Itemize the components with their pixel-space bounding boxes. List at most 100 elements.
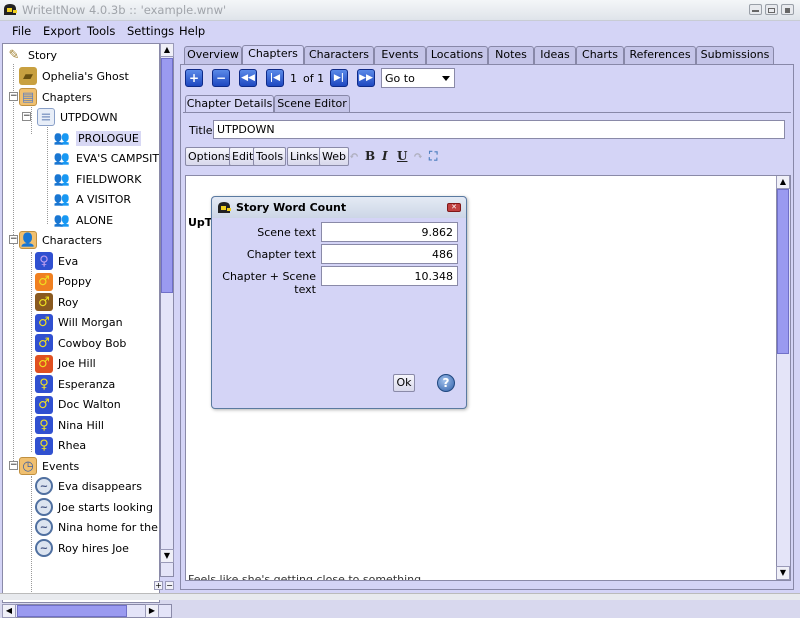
collapse-events-toggle[interactable]: − <box>9 461 18 470</box>
tree-item-scene[interactable]: 👥 FIELDWORK <box>53 169 142 189</box>
scrollbar-thumb[interactable] <box>17 605 127 617</box>
tree-item-characters[interactable]: 👤 Characters <box>19 230 102 250</box>
underline-icon[interactable]: U <box>397 149 407 163</box>
scroll-down-button[interactable]: ▼ <box>776 566 790 580</box>
female-icon: ♀ <box>35 252 53 270</box>
web-button[interactable]: Web <box>319 147 349 166</box>
scroll-right-button[interactable]: ▶ <box>145 604 159 618</box>
scroll-down-button[interactable]: ▼ <box>160 549 174 563</box>
tree-item-character[interactable]: ♀ Esperanza <box>35 374 115 394</box>
scrollbar-thumb[interactable] <box>161 58 173 293</box>
help-icon[interactable]: ? <box>437 374 455 392</box>
undo-icon[interactable]: ↶ <box>349 149 359 163</box>
close-button[interactable] <box>781 4 794 15</box>
tree-item-character[interactable]: ♂ Poppy <box>35 272 91 292</box>
tab-notes[interactable]: Notes <box>488 46 534 64</box>
menu-settings[interactable]: Settings <box>127 24 174 38</box>
tools-button[interactable]: Tools <box>253 147 287 166</box>
redo-icon[interactable]: ↷ <box>413 149 423 163</box>
female-icon: ♀ <box>35 375 53 393</box>
dialog-close-button[interactable]: ✕ <box>447 203 461 212</box>
editor-vertical-scrollbar[interactable]: ▲ ▼ <box>776 176 790 580</box>
scroll-left-button[interactable]: ◀ <box>2 604 16 618</box>
scrollbar-thumb[interactable] <box>777 189 789 354</box>
tree-connector <box>31 476 32 596</box>
tree-item-chapters[interactable]: ▤ Chapters <box>19 87 92 107</box>
links-button[interactable]: Links <box>287 147 322 166</box>
clock-icon: ~ <box>35 518 53 536</box>
tab-events[interactable]: Events <box>374 46 426 64</box>
menu-file[interactable]: File <box>12 24 31 38</box>
tree-item-event[interactable]: ~ Nina home for the weekend <box>35 517 159 537</box>
tree-item-chapter-utpdown[interactable]: ≡ UTPDOWN <box>37 107 118 127</box>
collapse-chapter-toggle[interactable]: − <box>22 112 31 121</box>
word-count-dialog: Story Word Count ✕ Scene text 9.862 Chap… <box>211 196 467 409</box>
tree-item-event[interactable]: ~ Eva disappears <box>35 476 142 496</box>
collapse-all-button[interactable]: − <box>165 581 174 590</box>
tree-item-scene[interactable]: 👥 PROLOGUE <box>53 128 141 148</box>
fullscreen-icon[interactable]: ⛶ <box>429 149 437 164</box>
tree-item-character[interactable]: ♂ Will Morgan <box>35 313 123 333</box>
remove-button[interactable]: − <box>212 69 230 87</box>
tree-item-character[interactable]: ♂ Joe Hill <box>35 354 96 374</box>
scroll-up-button[interactable]: ▲ <box>160 43 174 57</box>
tab-charts[interactable]: Charts <box>576 46 624 64</box>
tree-item-character[interactable]: ♀ Rhea <box>35 436 86 456</box>
italic-icon[interactable]: I <box>382 149 388 163</box>
options-button[interactable]: Options <box>185 147 234 166</box>
last-button[interactable]: ▶| <box>330 69 348 87</box>
tab-overview[interactable]: Overview <box>184 46 242 64</box>
dialog-title: Story Word Count <box>236 201 347 214</box>
tree-item-event[interactable]: ~ Roy hires Joe <box>35 538 129 558</box>
collapse-chapters-toggle[interactable]: − <box>9 92 18 101</box>
ok-button[interactable]: Ok <box>393 374 415 392</box>
tree-item-scene[interactable]: 👥 A VISITOR <box>53 189 131 209</box>
tab-locations[interactable]: Locations <box>426 46 488 64</box>
tree-item-character[interactable]: ♂ Cowboy Bob <box>35 333 126 353</box>
add-button[interactable]: + <box>185 69 203 87</box>
tree-item-character[interactable]: ♂ Roy <box>35 292 78 312</box>
tree-item-book[interactable]: ▰ Ophelia's Ghost <box>19 66 129 86</box>
tree-item-scene[interactable]: 👥 ALONE <box>53 210 113 230</box>
male-icon: ♂ <box>35 395 53 414</box>
menu-help[interactable]: Help <box>179 24 205 38</box>
tab-submissions[interactable]: Submissions <box>696 46 774 64</box>
maximize-button[interactable] <box>765 4 778 15</box>
tree-vertical-scrollbar[interactable]: ▲ ▼ <box>160 43 174 577</box>
tab-characters[interactable]: Characters <box>304 46 374 64</box>
scene-text-label: Scene text <box>257 226 316 239</box>
scene-text-field[interactable]: 9.862 <box>321 222 458 242</box>
tree-item-character[interactable]: ♀ Nina Hill <box>35 415 104 435</box>
first-button[interactable]: |◀ <box>266 69 284 87</box>
female-icon: ♀ <box>35 436 53 455</box>
tab-references[interactable]: References <box>624 46 696 64</box>
fast-forward-button[interactable]: ▶▶ <box>357 69 375 87</box>
total-text-field[interactable]: 10.348 <box>321 266 458 286</box>
tab-chapter-details[interactable]: Chapter Details <box>185 95 274 113</box>
tree-item-events[interactable]: ◷ Events <box>19 456 79 476</box>
tree-connector <box>31 252 32 452</box>
expand-all-button[interactable]: + <box>154 581 163 590</box>
tab-chapters[interactable]: Chapters <box>242 45 304 65</box>
dialog-titlebar[interactable]: Story Word Count ✕ <box>212 197 466 218</box>
tree-item-character[interactable]: ♀ Eva <box>35 251 78 271</box>
minimize-button[interactable] <box>749 4 762 15</box>
tree-item-scene[interactable]: 👥 EVA'S CAMPSITE <box>53 148 159 168</box>
tree-item-character[interactable]: ♂ Doc Walton <box>35 395 121 415</box>
tree-item-story[interactable]: ✎ Story <box>5 45 58 65</box>
bold-icon[interactable]: B <box>365 149 375 163</box>
tree-item-event[interactable]: ~ Joe starts looking <box>35 497 153 517</box>
window-bottom-edge <box>0 593 800 600</box>
goto-dropdown[interactable]: Go to <box>381 68 455 88</box>
rewind-button[interactable]: ◀◀ <box>239 69 257 87</box>
tree-horizontal-scrollbar[interactable]: ◀ ▶ <box>2 604 172 618</box>
menu-tools[interactable]: Tools <box>87 24 115 38</box>
book-icon: ▰ <box>19 67 37 85</box>
title-field[interactable]: UTPDOWN <box>213 120 785 139</box>
collapse-characters-toggle[interactable]: − <box>9 235 18 244</box>
tab-scene-editor[interactable]: Scene Editor <box>274 95 350 112</box>
chapter-text-field[interactable]: 486 <box>321 244 458 264</box>
tab-ideas[interactable]: Ideas <box>534 46 576 64</box>
menu-export[interactable]: Export <box>43 24 81 38</box>
scroll-up-button[interactable]: ▲ <box>776 176 790 189</box>
